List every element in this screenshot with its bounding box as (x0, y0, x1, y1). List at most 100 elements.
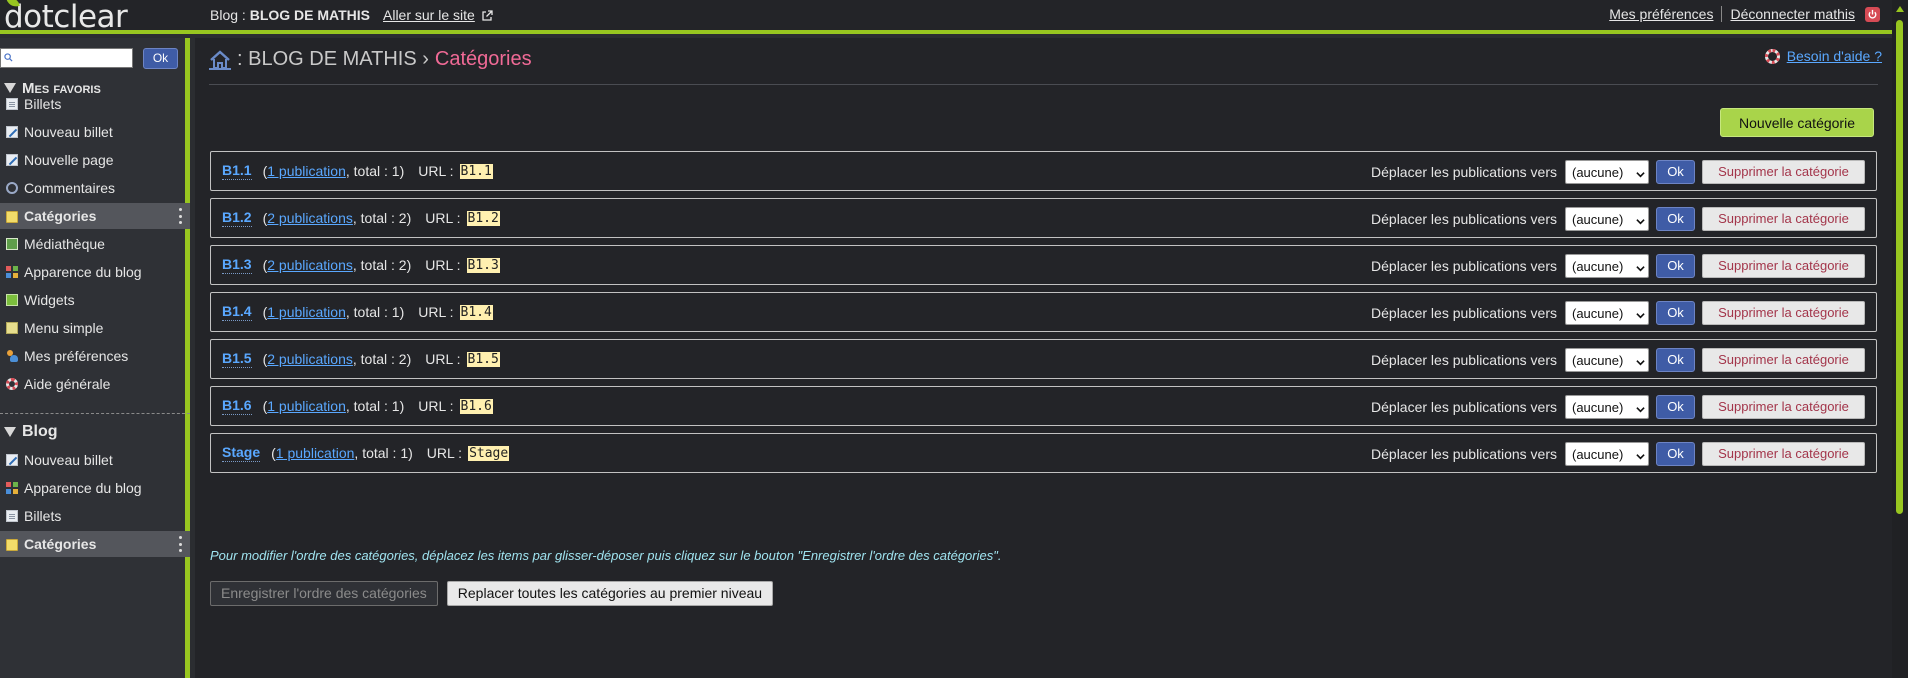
move-publications-label: Déplacer les publications vers (1371, 352, 1557, 368)
delete-category-button[interactable]: Supprimer la catégorie (1702, 207, 1865, 231)
publications-link[interactable]: 1 publication (267, 163, 346, 179)
search-box[interactable] (0, 48, 133, 68)
category-list: B1.1 (1 publication, total : 1) URL : B1.1 D… (210, 151, 1877, 480)
move-publications-label: Déplacer les publications vers (1371, 305, 1557, 321)
publications-link[interactable]: 1 publication (267, 398, 346, 414)
scroll-up-arrow-icon[interactable] (1896, 6, 1904, 12)
move-ok-button[interactable]: Ok (1656, 301, 1695, 325)
delete-category-button[interactable]: Supprimer la catégorie (1702, 254, 1865, 278)
move-publications-controls: Déplacer les publications vers (aucune) Ok… (1371, 207, 1865, 231)
delete-category-button[interactable]: Supprimer la catégorie (1702, 348, 1865, 372)
save-order-button[interactable]: Enregistrer l'ordre des catégories (210, 581, 438, 606)
category-url: B1.5 (466, 351, 500, 367)
sidebar-item-mediatheque[interactable]: Médiathèque (0, 231, 190, 257)
chevron-down-icon (1636, 449, 1645, 460)
url-label: URL : (418, 163, 454, 179)
new-category-button[interactable]: Nouvelle catégorie (1720, 108, 1874, 137)
power-icon[interactable] (1865, 6, 1880, 22)
move-ok-button[interactable]: Ok (1656, 254, 1695, 278)
category-row[interactable]: B1.4 (1 publication, total : 1) URL : B1.4 D… (210, 292, 1877, 332)
category-row[interactable]: B1.6 (1 publication, total : 1) URL : B1.6 D… (210, 386, 1877, 426)
category-row[interactable]: Stage (1 publication, total : 1) URL : Stag… (210, 433, 1877, 473)
kebab-menu-icon[interactable] (179, 536, 182, 552)
sidebar-item-blog-categories[interactable]: Catégories (0, 531, 190, 557)
move-target-select[interactable]: (aucune) (1565, 207, 1649, 231)
delete-category-button[interactable]: Supprimer la catégorie (1702, 301, 1865, 325)
breadcrumb-blog[interactable]: : BLOG DE MATHIS › (237, 48, 429, 71)
search-input[interactable] (15, 50, 130, 66)
home-icon[interactable] (209, 49, 231, 70)
category-row[interactable]: B1.3 (2 publications, total : 2) URL : B1.3… (210, 245, 1877, 285)
move-publications-controls: Déplacer les publications vers (aucune) Ok… (1371, 160, 1865, 184)
category-name-link[interactable]: B1.6 (222, 397, 252, 415)
chevron-down-icon (1636, 261, 1645, 272)
sidebar-item-billets[interactable]: Billets (0, 91, 190, 117)
sidebar-item-apparence[interactable]: Apparence du blog (0, 259, 190, 285)
sidebar-item-blog-nouveau-billet[interactable]: Nouveau billet (0, 447, 190, 473)
move-ok-button[interactable]: Ok (1656, 160, 1695, 184)
category-url: B1.3 (466, 257, 500, 273)
sidebar-item-nouveau-billet[interactable]: Nouveau billet (0, 119, 190, 145)
help-link[interactable]: Besoin d'aide ? (1764, 48, 1882, 64)
sidebar-item-commentaires[interactable]: Commentaires (0, 175, 190, 201)
preferences-link[interactable]: Mes préférences (1609, 6, 1713, 22)
category-name-link[interactable]: B1.4 (222, 303, 252, 321)
sidebar-item-nouvelle-page[interactable]: Nouvelle page (0, 147, 190, 173)
search-ok-button[interactable]: Ok (143, 48, 178, 69)
widget-icon (6, 294, 18, 306)
triangle-down-icon (4, 427, 16, 437)
blog-section-toggle[interactable]: Blog (0, 421, 58, 443)
title-divider (209, 84, 1878, 85)
delete-category-button[interactable]: Supprimer la catégorie (1702, 395, 1865, 419)
category-name-link[interactable]: B1.5 (222, 350, 252, 368)
category-publication-count: (2 publications, total : 2) (262, 257, 412, 273)
move-target-select[interactable]: (aucune) (1565, 301, 1649, 325)
category-row[interactable]: B1.5 (2 publications, total : 2) URL : B1.5… (210, 339, 1877, 379)
delete-category-button[interactable]: Supprimer la catégorie (1702, 160, 1865, 184)
publications-link[interactable]: 2 publications (267, 257, 353, 273)
move-publications-label: Déplacer les publications vers (1371, 211, 1557, 227)
sidebar-item-blog-apparence[interactable]: Apparence du blog (0, 475, 190, 501)
kebab-menu-icon[interactable] (179, 208, 182, 224)
move-ok-button[interactable]: Ok (1656, 207, 1695, 231)
dotclear-logo[interactable]: dotclear (4, 0, 128, 33)
logout-link[interactable]: Déconnecter mathis (1730, 6, 1855, 22)
move-ok-button[interactable]: Ok (1656, 395, 1695, 419)
folder-icon (6, 539, 18, 551)
scrollbar-thumb[interactable] (1896, 20, 1903, 514)
publications-link[interactable]: 2 publications (267, 351, 353, 367)
move-target-select[interactable]: (aucune) (1565, 348, 1649, 372)
category-name-link[interactable]: Stage (222, 444, 261, 462)
breadcrumb: : BLOG DE MATHIS › Catégories (209, 48, 532, 71)
move-target-select[interactable]: (aucune) (1565, 442, 1649, 466)
move-publications-controls: Déplacer les publications vers (aucune) Ok… (1371, 301, 1865, 325)
order-actions: Enregistrer l'ordre des catégories Repla… (210, 581, 774, 606)
sidebar-item-categories[interactable]: Catégories (0, 203, 190, 229)
pencil-icon (6, 126, 18, 138)
move-target-select[interactable]: (aucune) (1565, 160, 1649, 184)
url-label: URL : (426, 445, 463, 461)
category-name-link[interactable]: B1.1 (222, 162, 252, 180)
category-name-link[interactable]: B1.2 (222, 209, 252, 227)
reset-level-button[interactable]: Replacer toutes les catégories au premie… (446, 581, 774, 606)
publications-link[interactable]: 1 publication (267, 304, 346, 320)
delete-category-button[interactable]: Supprimer la catégorie (1702, 442, 1865, 466)
publications-link[interactable]: 1 publication (276, 445, 355, 461)
move-publications-label: Déplacer les publications vers (1371, 258, 1557, 274)
category-row[interactable]: B1.2 (2 publications, total : 2) URL : B1.2… (210, 198, 1877, 238)
sidebar-item-menu-simple[interactable]: Menu simple (0, 315, 190, 341)
move-target-select[interactable]: (aucune) (1565, 254, 1649, 278)
category-row[interactable]: B1.1 (1 publication, total : 1) URL : B1.1 D… (210, 151, 1877, 191)
sidebar-item-blog-billets[interactable]: Billets (0, 503, 190, 529)
move-target-select[interactable]: (aucune) (1565, 395, 1649, 419)
move-ok-button[interactable]: Ok (1656, 348, 1695, 372)
vertical-scrollbar[interactable] (1892, 0, 1908, 678)
publications-link[interactable]: 2 publications (267, 210, 353, 226)
category-name-link[interactable]: B1.3 (222, 256, 252, 274)
move-ok-button[interactable]: Ok (1656, 442, 1695, 466)
sidebar-item-widgets[interactable]: Widgets (0, 287, 190, 313)
sidebar-item-preferences[interactable]: Mes préférences (0, 343, 190, 369)
goto-site-link[interactable]: Aller sur le site (383, 7, 493, 23)
sidebar-item-aide[interactable]: Aide générale (0, 371, 190, 397)
move-publications-controls: Déplacer les publications vers (aucune) Ok… (1371, 254, 1865, 278)
